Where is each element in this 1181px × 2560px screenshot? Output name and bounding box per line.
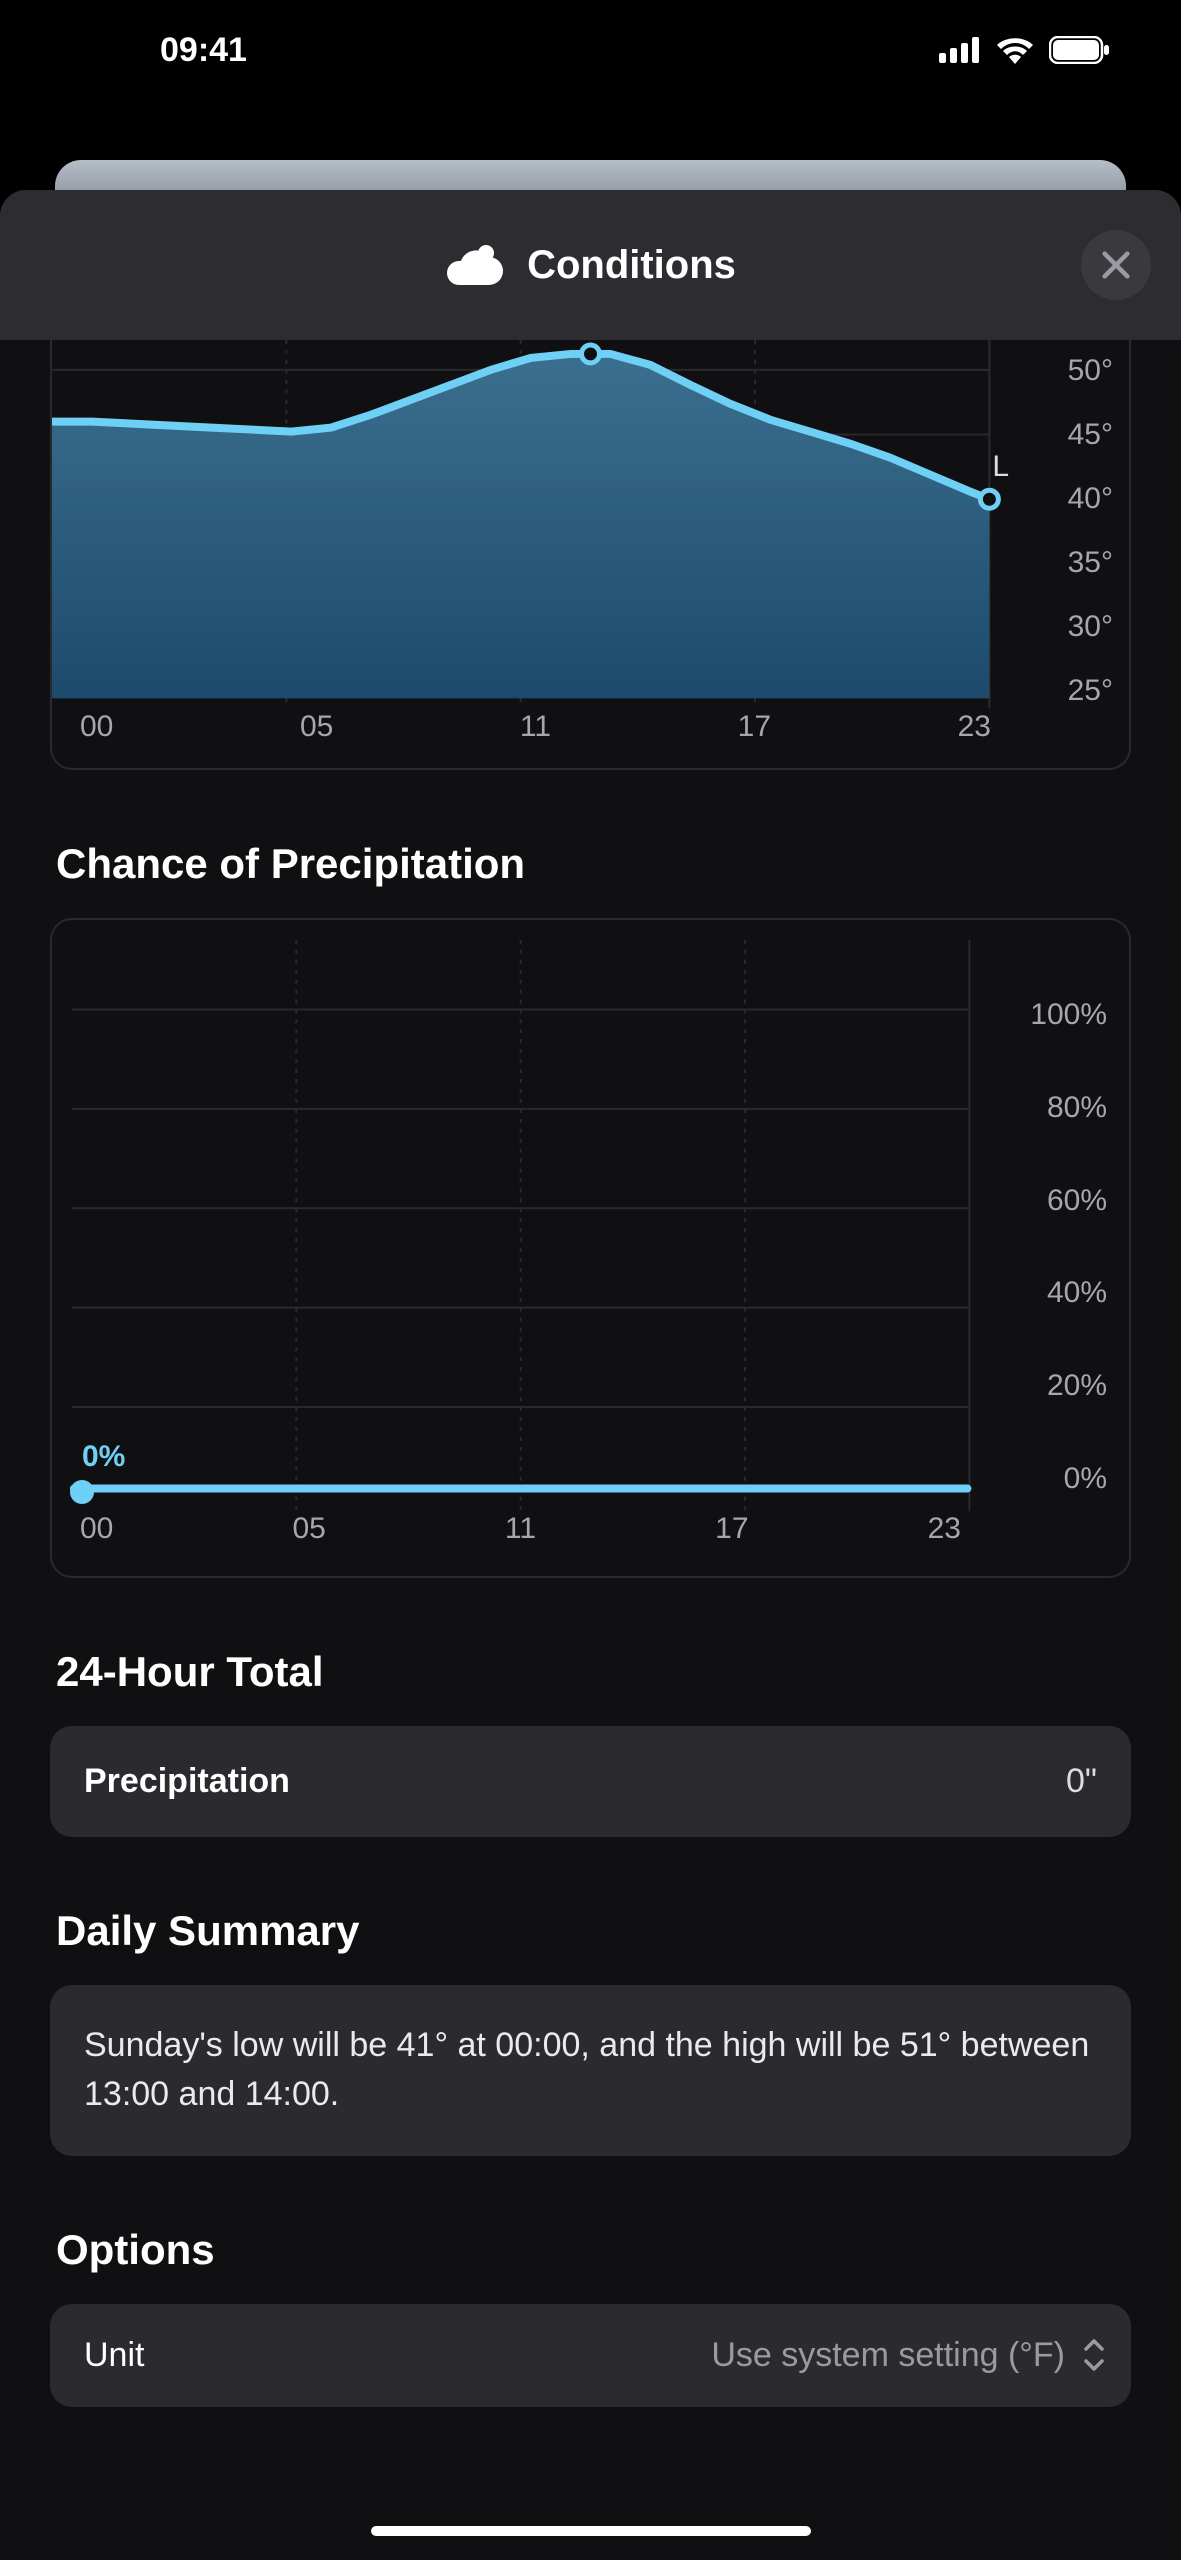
y-tick: 80% xyxy=(1030,1091,1107,1125)
sheet-header: Conditions xyxy=(0,190,1181,340)
precipitation-chart[interactable]: 0% 100% 80% 60% 40% 20% 0% 00 05 11 17 2… xyxy=(50,918,1131,1578)
home-indicator[interactable] xyxy=(371,2526,811,2536)
close-icon xyxy=(1099,248,1133,282)
precipitation-total-row: Precipitation 0" xyxy=(84,1762,1097,1801)
precip-current-dot xyxy=(70,1480,94,1504)
y-tick: 35° xyxy=(1068,546,1113,580)
sheet-title: Conditions xyxy=(445,243,736,288)
temperature-x-axis: 00 05 11 17 23 xyxy=(52,710,1019,758)
x-tick: 11 xyxy=(505,1512,536,1560)
cellular-signal-icon xyxy=(939,37,981,63)
x-tick: 05 xyxy=(292,1512,325,1560)
precip-title: Chance of Precipitation xyxy=(56,840,1131,888)
precip-current-label: 0% xyxy=(82,1440,125,1474)
y-tick: 100% xyxy=(1030,998,1107,1032)
close-button[interactable] xyxy=(1081,230,1151,300)
unit-value-text: Use system setting (°F) xyxy=(711,2336,1065,2375)
conditions-sheet: Conditions xyxy=(0,190,1181,2560)
cloud-icon xyxy=(445,243,505,287)
y-tick: 25° xyxy=(1068,674,1113,708)
y-tick: 30° xyxy=(1068,610,1113,644)
total-card: Precipitation 0" xyxy=(50,1726,1131,1837)
battery-icon xyxy=(1049,36,1111,64)
status-indicators xyxy=(939,36,1111,64)
options-title: Options xyxy=(56,2226,1131,2274)
unit-label: Unit xyxy=(84,2336,144,2375)
sheet-title-text: Conditions xyxy=(527,243,736,288)
temperature-chart[interactable]: L 50° 45° 40° 35° 30° 25° 00 05 11 17 23 xyxy=(50,340,1131,770)
precipitation-x-axis: 00 05 11 17 23 xyxy=(52,1512,989,1560)
total-row-label: Precipitation xyxy=(84,1762,290,1801)
temperature-y-axis: 50° 45° 40° 35° 30° 25° xyxy=(1068,340,1113,708)
summary-card: Sunday's low will be 41° at 00:00, and t… xyxy=(50,1985,1131,2156)
total-title: 24-Hour Total xyxy=(56,1648,1131,1696)
precipitation-y-axis: 100% 80% 60% 40% 20% 0% xyxy=(1030,998,1107,1496)
y-tick: 0% xyxy=(1030,1462,1107,1496)
low-marker: L xyxy=(992,450,1009,484)
x-tick: 23 xyxy=(958,710,991,758)
y-tick: 45° xyxy=(1068,418,1113,452)
status-time: 09:41 xyxy=(160,31,247,70)
status-bar: 09:41 xyxy=(0,0,1181,100)
y-tick: 20% xyxy=(1030,1369,1107,1403)
x-tick: 00 xyxy=(80,710,113,758)
unit-value: Use system setting (°F) xyxy=(711,2336,1107,2375)
y-tick: 50° xyxy=(1068,354,1113,388)
x-tick: 17 xyxy=(738,710,771,758)
y-tick: 40% xyxy=(1030,1276,1107,1310)
x-tick: 11 xyxy=(520,710,551,758)
summary-title: Daily Summary xyxy=(56,1907,1131,1955)
total-row-value: 0" xyxy=(1066,1762,1097,1801)
chevron-updown-icon xyxy=(1081,2336,1107,2374)
temperature-chart-plot xyxy=(52,340,1129,768)
y-tick: 60% xyxy=(1030,1184,1107,1218)
x-tick: 00 xyxy=(80,1512,113,1560)
x-tick: 23 xyxy=(928,1512,961,1560)
wifi-icon xyxy=(995,36,1035,64)
sheet-body: L 50° 45° 40° 35° 30° 25° 00 05 11 17 23… xyxy=(0,340,1181,2560)
y-tick: 40° xyxy=(1068,482,1113,516)
precipitation-chart-plot xyxy=(52,920,1129,1576)
unit-selector[interactable]: Unit Use system setting (°F) xyxy=(50,2304,1131,2407)
x-tick: 05 xyxy=(300,710,333,758)
summary-text: Sunday's low will be 41° at 00:00, and t… xyxy=(84,2021,1097,2120)
x-tick: 17 xyxy=(715,1512,748,1560)
